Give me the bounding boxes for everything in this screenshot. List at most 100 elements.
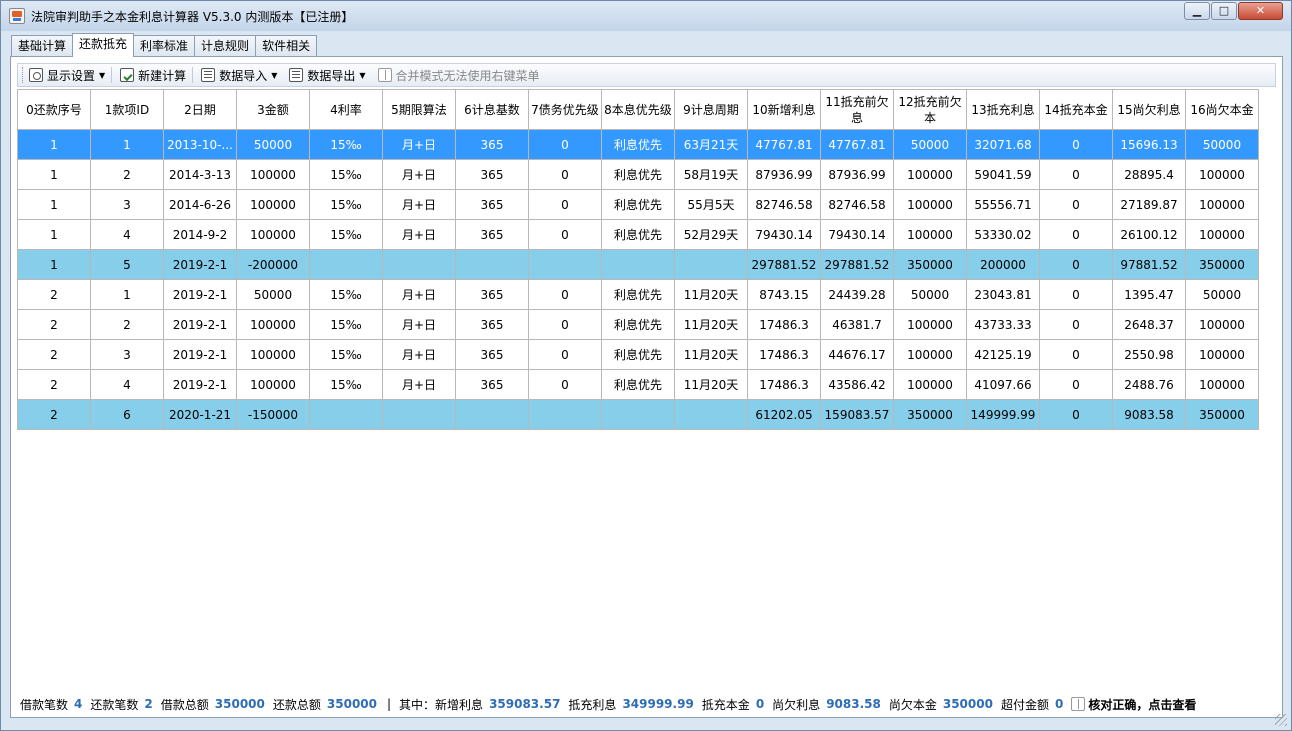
table-cell[interactable]: 159083.57 — [820, 399, 894, 430]
table-cell[interactable]: 2014-9-2 — [163, 219, 237, 250]
table-cell[interactable]: 9083.58 — [1112, 399, 1186, 430]
table-cell[interactable]: 350000 — [893, 399, 967, 430]
table-cell[interactable]: 1 — [90, 279, 164, 310]
table-cell[interactable]: 100000 — [236, 339, 310, 370]
dropdown-arrow-icon[interactable]: ▼ — [359, 71, 365, 80]
table-cell[interactable]: 63月21天 — [674, 129, 748, 160]
table-cell[interactable]: 27189.87 — [1112, 189, 1186, 220]
table-cell[interactable]: 87936.99 — [747, 159, 821, 190]
table-cell[interactable]: 0 — [528, 369, 602, 400]
table-cell[interactable]: -200000 — [236, 249, 310, 280]
table-cell[interactable] — [528, 249, 602, 280]
table-cell[interactable]: 365 — [455, 219, 529, 250]
table-cell[interactable]: 149999.99 — [966, 399, 1040, 430]
table-cell[interactable]: 2 — [17, 279, 91, 310]
table-cell[interactable] — [382, 399, 456, 430]
column-header[interactable]: 14抵充本金 — [1039, 89, 1113, 130]
table-cell[interactable]: 15‰ — [309, 129, 383, 160]
table-cell[interactable]: 2 — [17, 309, 91, 340]
table-cell[interactable] — [601, 399, 675, 430]
table-cell[interactable]: 87936.99 — [820, 159, 894, 190]
table-cell[interactable]: 2 — [17, 399, 91, 430]
table-cell[interactable]: 1 — [17, 249, 91, 280]
table-cell[interactable]: 365 — [455, 309, 529, 340]
table-cell[interactable]: 79430.14 — [747, 219, 821, 250]
table-cell[interactable]: 50000 — [236, 279, 310, 310]
table-cell[interactable]: 79430.14 — [820, 219, 894, 250]
table-cell[interactable]: 53330.02 — [966, 219, 1040, 250]
table-cell[interactable] — [309, 249, 383, 280]
column-header[interactable]: 6计息基数 — [455, 89, 529, 130]
table-cell[interactable]: 365 — [455, 339, 529, 370]
tab-rate-standard[interactable]: 利率标准 — [133, 35, 196, 57]
table-cell[interactable] — [455, 249, 529, 280]
table-cell[interactable]: 365 — [455, 129, 529, 160]
table-cell[interactable]: 50000 — [1185, 129, 1259, 160]
table-cell[interactable]: 月+日 — [382, 129, 456, 160]
table-cell[interactable]: 100000 — [236, 309, 310, 340]
table-cell[interactable]: 52月29天 — [674, 219, 748, 250]
table-cell[interactable]: 50000 — [236, 129, 310, 160]
table-cell[interactable]: 15‰ — [309, 339, 383, 370]
table-cell[interactable]: 2019-2-1 — [163, 339, 237, 370]
table-cell[interactable]: 2014-6-26 — [163, 189, 237, 220]
table-cell[interactable]: 350000 — [1185, 399, 1259, 430]
table-cell[interactable]: 2 — [90, 309, 164, 340]
table-cell[interactable]: 61202.05 — [747, 399, 821, 430]
table-cell[interactable]: 15‰ — [309, 189, 383, 220]
table-cell[interactable]: 8743.15 — [747, 279, 821, 310]
table-cell[interactable]: 350000 — [893, 249, 967, 280]
table-cell[interactable]: 15‰ — [309, 159, 383, 190]
column-header[interactable]: 13抵充利息 — [966, 89, 1040, 130]
toolbar-grip[interactable] — [22, 67, 25, 83]
table-cell[interactable]: 2 — [17, 339, 91, 370]
table-cell[interactable]: 0 — [1039, 219, 1113, 250]
table-cell[interactable]: 0 — [528, 279, 602, 310]
table-cell[interactable]: 2 — [17, 369, 91, 400]
table-cell[interactable]: 11月20天 — [674, 369, 748, 400]
table-cell[interactable]: 100000 — [1185, 159, 1259, 190]
table-cell[interactable]: 2020-1-21 — [163, 399, 237, 430]
table-cell[interactable]: 2019-2-1 — [163, 369, 237, 400]
table-cell[interactable]: 月+日 — [382, 189, 456, 220]
table-cell[interactable]: 4 — [90, 219, 164, 250]
table-cell[interactable]: 月+日 — [382, 159, 456, 190]
table-cell[interactable] — [309, 399, 383, 430]
table-cell[interactable]: 0 — [1039, 189, 1113, 220]
table-cell[interactable]: 100000 — [1185, 339, 1259, 370]
table-cell[interactable]: 26100.12 — [1112, 219, 1186, 250]
table-cell[interactable] — [674, 399, 748, 430]
table-cell[interactable]: 0 — [1039, 339, 1113, 370]
table-cell[interactable]: 利息优先 — [601, 219, 675, 250]
column-header[interactable]: 12抵充前欠本 — [893, 89, 967, 130]
table-cell[interactable]: 44676.17 — [820, 339, 894, 370]
table-cell[interactable]: 2019-2-1 — [163, 249, 237, 280]
table-cell[interactable]: 月+日 — [382, 369, 456, 400]
table-cell[interactable]: 28895.4 — [1112, 159, 1186, 190]
table-cell[interactable]: 月+日 — [382, 309, 456, 340]
table-cell[interactable]: 0 — [528, 219, 602, 250]
table-cell[interactable]: 利息优先 — [601, 189, 675, 220]
table-cell[interactable]: 100000 — [893, 369, 967, 400]
table-cell[interactable]: 365 — [455, 159, 529, 190]
table-cell[interactable]: 11月20天 — [674, 309, 748, 340]
table-cell[interactable]: 100000 — [893, 219, 967, 250]
table-cell[interactable]: 利息优先 — [601, 279, 675, 310]
display-settings-button[interactable]: 显示设置 ▼ — [29, 67, 105, 84]
maximize-button[interactable]: □ — [1211, 2, 1237, 20]
table-cell[interactable]: 2488.76 — [1112, 369, 1186, 400]
table-cell[interactable]: 2 — [90, 159, 164, 190]
table-cell[interactable]: 100000 — [236, 189, 310, 220]
table-cell[interactable] — [674, 249, 748, 280]
table-cell[interactable]: 0 — [1039, 129, 1113, 160]
table-cell[interactable]: 100000 — [893, 309, 967, 340]
table-cell[interactable]: 55月5天 — [674, 189, 748, 220]
column-header[interactable]: 16尚欠本金 — [1185, 89, 1259, 130]
table-row[interactable]: 1 3 2014-6-26 100000 15‰ 月+日 365 0 利息优先 55月5天 8274… — [17, 189, 1259, 220]
table-cell[interactable]: 17486.3 — [747, 369, 821, 400]
table-cell[interactable]: 47767.81 — [747, 129, 821, 160]
table-cell[interactable]: 1395.47 — [1112, 279, 1186, 310]
table-cell[interactable]: 3 — [90, 189, 164, 220]
table-cell[interactable]: 97881.52 — [1112, 249, 1186, 280]
new-calc-button[interactable]: 新建计算 — [120, 67, 186, 84]
